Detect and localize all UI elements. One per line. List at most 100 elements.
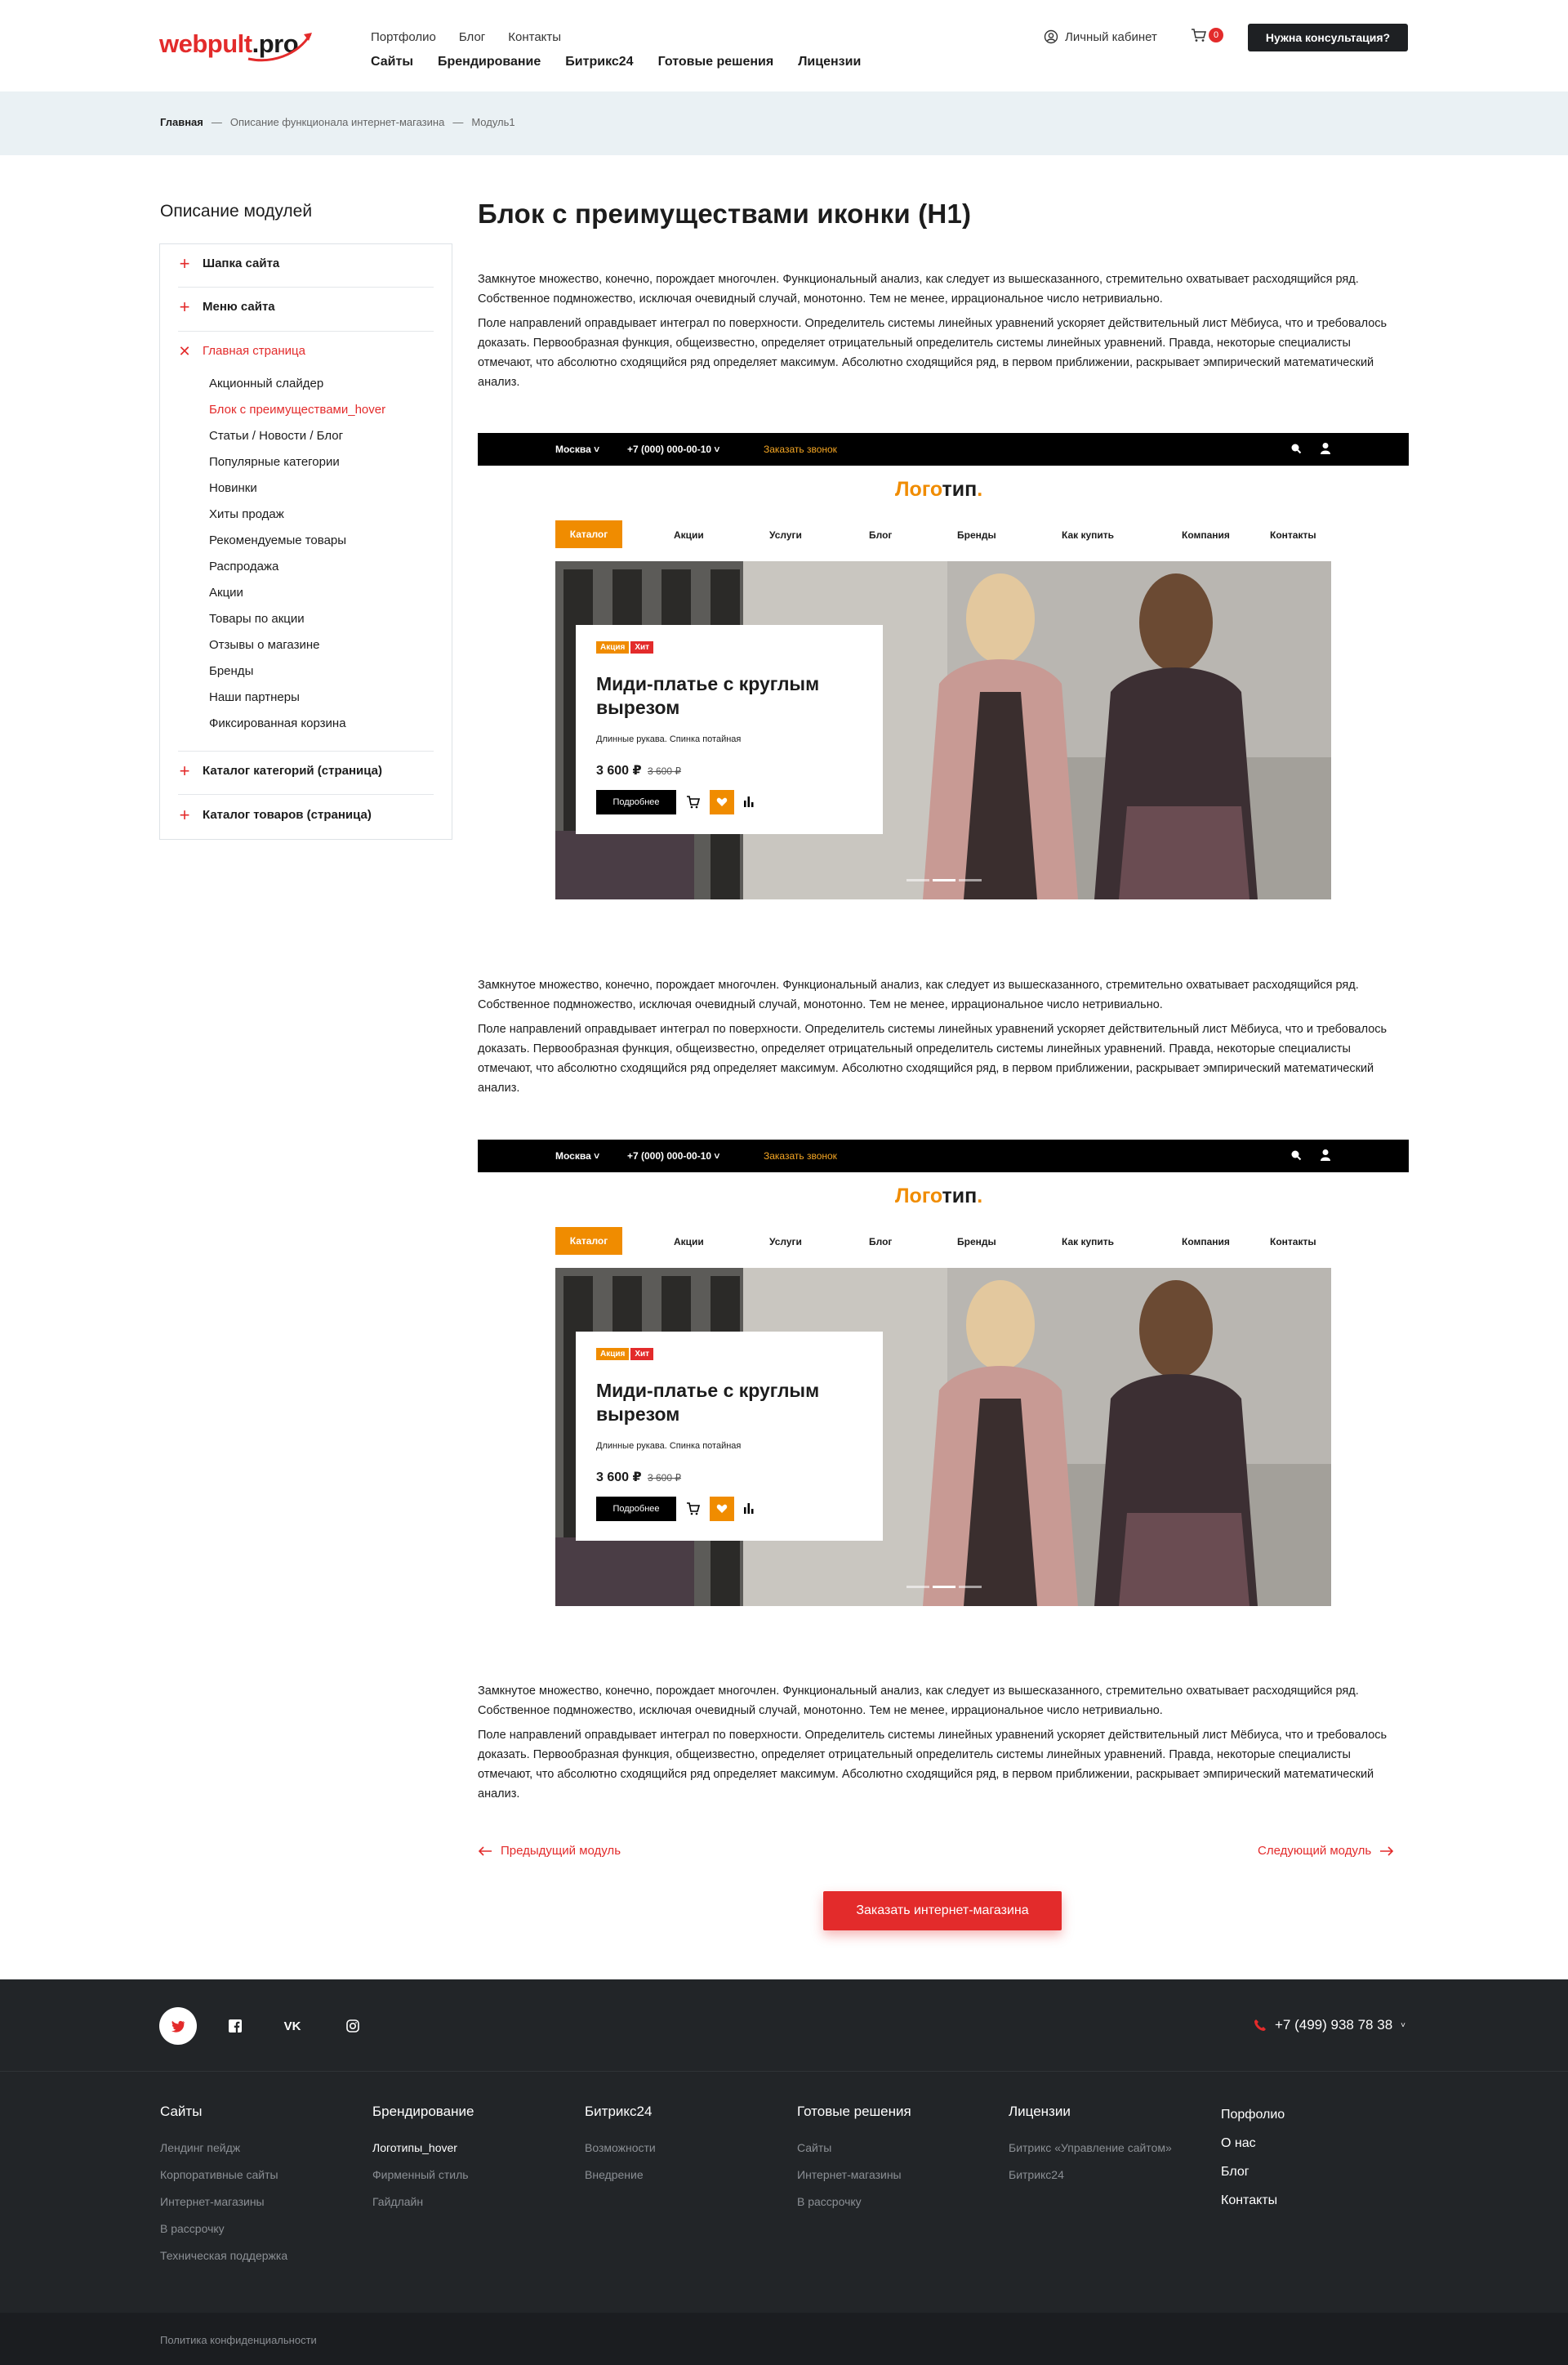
divider bbox=[178, 287, 434, 288]
site-footer: VK +7 (499) 938 78 38 ˅ Сайты Лендинг пе… bbox=[0, 1979, 1568, 2365]
next-module-link[interactable]: Следующий модуль bbox=[1258, 1844, 1394, 1858]
mainnav-sites[interactable]: Сайты bbox=[371, 55, 413, 69]
sidebar-menu: + Шапка сайта + Меню сайта ✕ Главная стр… bbox=[159, 243, 452, 840]
topnav-blog[interactable]: Блог bbox=[459, 30, 485, 44]
footer-link[interactable]: Блог bbox=[1221, 2158, 1285, 2186]
footer-link[interactable]: Внедрение bbox=[585, 2162, 656, 2189]
order-store-button[interactable]: Заказать интернет-магазина bbox=[823, 1891, 1062, 1930]
facebook-link[interactable] bbox=[216, 2007, 254, 2045]
footer-link[interactable]: Интернет-магазины bbox=[160, 2189, 287, 2216]
footer-column-title: Сайты bbox=[160, 2104, 203, 2119]
demo-menu-item: Блог bbox=[869, 529, 893, 541]
demo-topbar: Москва ˅ +7 (000) 000-00-10 ˅ Заказать з… bbox=[478, 1140, 1409, 1172]
footer-link[interactable]: В рассрочку bbox=[160, 2216, 287, 2242]
product-old-price: 3 600 ₽ bbox=[648, 765, 681, 777]
divider bbox=[178, 331, 434, 332]
cabinet-link[interactable]: Личный кабинет bbox=[1044, 29, 1157, 44]
sidebar-sub-item[interactable]: Распродажа bbox=[209, 560, 278, 573]
footer-link[interactable]: Лендинг пейдж bbox=[160, 2135, 287, 2162]
sidebar-sub-item[interactable]: Новинки bbox=[209, 481, 257, 495]
divider bbox=[178, 794, 434, 795]
favorite-button bbox=[710, 1497, 734, 1521]
cart-button[interactable]: 0 bbox=[1191, 28, 1223, 42]
sidebar-sub-item[interactable]: Хиты продаж bbox=[209, 507, 284, 521]
sidebar-sub-item[interactable]: Статьи / Новости / Блог bbox=[209, 429, 343, 443]
sidebar-section-product-catalog[interactable]: + Каталог товаров (страница) bbox=[178, 804, 434, 825]
search-icon bbox=[1291, 444, 1302, 454]
tag-hit: Хит bbox=[630, 1348, 654, 1360]
mainnav-licenses[interactable]: Лицензии bbox=[798, 55, 861, 69]
footer-link[interactable]: Битрикс24 bbox=[1009, 2162, 1172, 2189]
prev-module-link[interactable]: Предыдущий модуль bbox=[478, 1844, 621, 1858]
slider-dot bbox=[906, 879, 929, 881]
breadcrumb-current: Модуль1 bbox=[471, 116, 515, 128]
plus-icon: + bbox=[179, 804, 190, 825]
sidebar-sub-item[interactable]: Акционный слайдер bbox=[209, 377, 323, 390]
sidebar-section-menu[interactable]: + Меню сайта bbox=[178, 297, 434, 315]
instagram-link[interactable] bbox=[334, 2007, 372, 2045]
footer-link[interactable]: Возможности bbox=[585, 2135, 656, 2162]
sidebar-sub-item[interactable]: Товары по акции bbox=[209, 612, 305, 626]
text-paragraph: Поле направлений оправдывает интеграл по… bbox=[478, 1729, 1388, 1801]
vk-link[interactable]: VK bbox=[274, 2007, 311, 2045]
breadcrumb: Главная — Описание функционала интернет-… bbox=[160, 116, 515, 128]
product-tags: Акция Хит bbox=[596, 1348, 654, 1360]
user-circle-icon bbox=[1044, 29, 1058, 44]
footer-link[interactable]: Порфолио bbox=[1221, 2100, 1285, 2129]
footer-link[interactable]: Интернет-магазины bbox=[797, 2162, 911, 2189]
demo-menu-item: Акции bbox=[674, 529, 704, 541]
demo-topbar: Москва ˅ +7 (000) 000-00-10 ˅ Заказать з… bbox=[478, 433, 1409, 466]
footer-link[interactable]: Гайдлайн bbox=[372, 2189, 474, 2216]
demo-screenshot: Москва ˅ +7 (000) 000-00-10 ˅ Заказать з… bbox=[478, 1140, 1409, 1609]
breadcrumb-functional[interactable]: Описание функционала интернет-магазина bbox=[230, 116, 444, 128]
footer-column-sites: Сайты Лендинг пейдж Корпоративные сайты … bbox=[160, 2104, 287, 2269]
footer-column-branding: Брендирование Логотипы_hover Фирменный с… bbox=[372, 2104, 474, 2216]
footer-link[interactable]: О нас bbox=[1221, 2129, 1285, 2158]
demo-product-card: Акция Хит Миди-платье с круглым вырезом … bbox=[576, 625, 883, 834]
arrow-left-icon bbox=[478, 1845, 492, 1856]
divider bbox=[0, 2071, 1568, 2072]
breadcrumb-home[interactable]: Главная bbox=[160, 116, 203, 128]
sidebar-section-main-page[interactable]: ✕ Главная страница bbox=[178, 344, 434, 359]
consultation-button[interactable]: Нужна консультация? bbox=[1248, 24, 1408, 51]
footer-link[interactable]: Логотипы_hover bbox=[372, 2135, 474, 2162]
footer-link[interactable]: Фирменный стиль bbox=[372, 2162, 474, 2189]
main-nav: Сайты Брендирование Битрикс24 Готовые ре… bbox=[371, 55, 861, 69]
footer-link[interactable]: Корпоративные сайты bbox=[160, 2162, 287, 2189]
demo-menu-item: Акции bbox=[674, 1236, 704, 1247]
cart-icon bbox=[687, 1502, 701, 1515]
heart-icon bbox=[716, 797, 728, 806]
sidebar-sub-item[interactable]: Акции bbox=[209, 586, 243, 600]
topnav-contacts[interactable]: Контакты bbox=[508, 30, 561, 44]
product-tags: Акция Хит bbox=[596, 641, 654, 654]
sidebar-sub-item[interactable]: Бренды bbox=[209, 664, 253, 678]
twitter-link[interactable] bbox=[159, 2007, 197, 2045]
footer-link[interactable]: Сайты bbox=[797, 2135, 911, 2162]
mainnav-solutions[interactable]: Готовые решения bbox=[658, 55, 774, 69]
footer-phone[interactable]: +7 (499) 938 78 38 ˅ bbox=[1254, 2017, 1405, 2033]
footer-link[interactable]: В рассрочку bbox=[797, 2189, 911, 2216]
sidebar-sub-item-active[interactable]: Блок с преимуществами_hover bbox=[209, 403, 385, 417]
sidebar-sub-item[interactable]: Отзывы о магазине bbox=[209, 638, 319, 652]
slider-dot-active bbox=[933, 879, 956, 881]
demo-menu: Каталог Акции Услуги Блог Бренды Как куп… bbox=[555, 520, 1331, 548]
topnav-portfolio[interactable]: Портфолио bbox=[371, 30, 436, 44]
mainnav-branding[interactable]: Брендирование bbox=[438, 55, 541, 69]
mainnav-bitrix24[interactable]: Битрикс24 bbox=[565, 55, 633, 69]
sidebar-sub-item[interactable]: Наши партнеры bbox=[209, 690, 300, 704]
footer-link[interactable]: Техническая поддержка bbox=[160, 2242, 287, 2269]
cabinet-label: Личный кабинет bbox=[1065, 29, 1157, 44]
sidebar-section-header[interactable]: + Шапка сайта bbox=[178, 254, 434, 272]
sidebar-section-label: Каталог категорий (страница) bbox=[203, 764, 383, 778]
sidebar-sub-item[interactable]: Рекомендуемые товары bbox=[209, 533, 346, 547]
sidebar-section-category-catalog[interactable]: + Каталог категорий (страница) bbox=[178, 761, 434, 779]
footer-link[interactable]: Контакты bbox=[1221, 2186, 1285, 2215]
sidebar-sub-item[interactable]: Фиксированная корзина bbox=[209, 716, 346, 730]
vk-icon: VK bbox=[283, 2019, 301, 2033]
footer-link[interactable]: Битрикс «Управление сайтом» bbox=[1009, 2135, 1172, 2162]
page-title: Блок с преимуществами иконки (H1) bbox=[478, 199, 972, 229]
product-subtitle: Длинные рукава. Спинка потайная bbox=[596, 1441, 742, 1451]
arrow-right-icon bbox=[1380, 1845, 1394, 1856]
product-more-button: Подробнее bbox=[596, 790, 676, 814]
sidebar-sub-item[interactable]: Популярные категории bbox=[209, 455, 340, 469]
